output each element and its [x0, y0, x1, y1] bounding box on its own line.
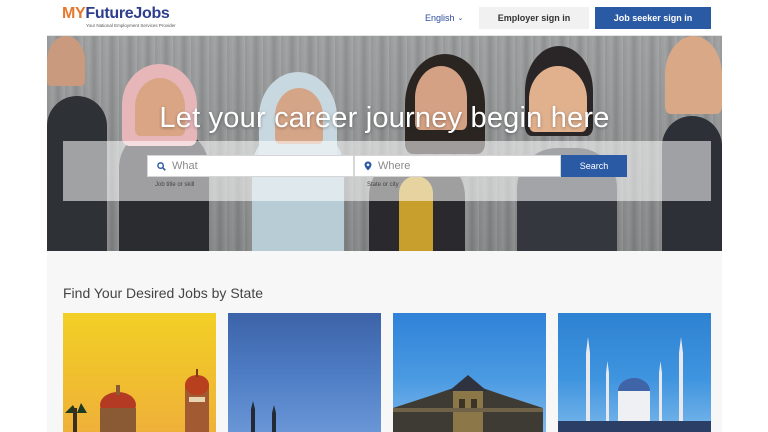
jobseeker-signin-button[interactable]: Job seeker sign in	[595, 7, 711, 29]
state-card-image	[65, 369, 209, 432]
hero-title: Let your career journey begin here	[159, 102, 610, 134]
chevron-down-icon: ⌄	[457, 15, 464, 22]
where-hint: State or city	[367, 182, 399, 188]
hero-banner: Let your career journey begin here Searc…	[47, 36, 722, 251]
state-card-image	[251, 401, 276, 432]
site-logo[interactable]: MYFutureJobs Your National Employment Se…	[62, 5, 176, 29]
search-icon	[157, 161, 166, 171]
location-pin-icon	[364, 161, 372, 171]
page-frame: MYFutureJobs Your National Employment Se…	[47, 0, 722, 432]
where-input[interactable]	[378, 160, 548, 172]
employer-signin-button[interactable]: Employer sign in	[479, 7, 589, 29]
state-card-image	[558, 337, 711, 432]
state-card[interactable]	[558, 313, 711, 432]
site-header: MYFutureJobs Your National Employment Se…	[47, 0, 722, 36]
what-hint: Job title or skill	[155, 182, 195, 188]
search-panel: Search Job title or skill State or city	[63, 141, 711, 201]
state-card[interactable]	[228, 313, 381, 432]
where-field[interactable]	[354, 155, 561, 177]
language-label: English	[425, 13, 455, 23]
state-card-image	[393, 375, 543, 432]
states-section-title: Find Your Desired Jobs by State	[63, 285, 264, 301]
language-selector[interactable]: English ⌄	[425, 13, 463, 23]
what-field[interactable]	[147, 155, 354, 177]
search-button[interactable]: Search	[561, 155, 627, 177]
what-input[interactable]	[172, 160, 342, 172]
state-card[interactable]	[393, 313, 546, 432]
logo-wordmark: MYFutureJobs	[62, 5, 170, 22]
state-cards	[63, 313, 711, 432]
logo-tagline: Your National Employment Services Provid…	[86, 23, 176, 28]
state-card[interactable]	[63, 313, 216, 432]
